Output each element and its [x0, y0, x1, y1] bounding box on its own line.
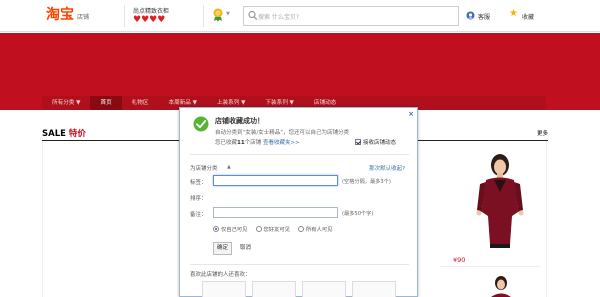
sort-label: 排序： [190, 196, 207, 202]
product-price: ¥90 [453, 256, 466, 264]
radio-icon[interactable] [298, 226, 304, 232]
receive-updates-checkbox[interactable]: 接收店铺动态 [355, 138, 396, 146]
search-icon [248, 10, 258, 21]
favorite-count: 11 [237, 140, 245, 146]
visibility-label: 仅自己可见 [221, 227, 248, 233]
divider [440, 266, 540, 267]
search-input[interactable]: 搜索 什么宝贝? [243, 6, 459, 26]
radio-icon[interactable] [255, 226, 262, 232]
chevron-down-icon[interactable]: ▼ [226, 11, 230, 17]
chevron-up-icon[interactable]: ▲ [227, 164, 231, 170]
receive-updates-label: 接收店铺动态 [363, 140, 397, 146]
view-favorites-link[interactable]: 查看收藏夹>> [263, 140, 300, 146]
divider [190, 154, 409, 155]
top-header: 淘宝 店铺 尚点精致衣柜 ♥♥♥♥ ▼ 搜索 什么宝贝? 客服 ★ 收藏 [0, 0, 600, 32]
divider [203, 5, 204, 27]
visibility-radio[interactable]: 所有人可见 [298, 225, 333, 233]
divider [42, 141, 43, 297]
customer-service-icon[interactable] [466, 11, 475, 20]
note-label: 备注： [190, 212, 207, 218]
award-badge-icon[interactable] [211, 8, 225, 22]
radio-icon[interactable] [213, 226, 219, 232]
divider [124, 5, 125, 27]
visibility-label: 所有人可见 [306, 227, 333, 233]
more-link[interactable]: 更多 [537, 128, 548, 141]
close-icon[interactable]: × [408, 110, 414, 118]
suggested-shop-thumb[interactable] [352, 281, 396, 297]
star-icon[interactable]: ★ [509, 9, 518, 19]
count-suffix: 个店铺 [244, 140, 262, 146]
section-title-en: SALE [42, 129, 66, 139]
visibility-radio[interactable]: 您好友可见 [255, 225, 291, 233]
search-placeholder: 搜索 什么宝贝? [258, 14, 300, 21]
suggested-shop-thumb[interactable] [302, 281, 346, 297]
note-input[interactable] [213, 207, 338, 218]
logo-main-text: 淘宝 [46, 7, 74, 23]
group-toggle[interactable]: 为店铺分类 [190, 164, 218, 172]
nav-item[interactable]: 所有分类 ▼ [42, 96, 90, 110]
customer-service-link[interactable]: 客服 [478, 12, 490, 21]
visibility-label: 您好友可见 [263, 227, 291, 233]
nav-item[interactable]: 礼物区 [122, 96, 159, 110]
confirm-button[interactable]: 确定 [213, 242, 232, 255]
product-image[interactable] [472, 152, 528, 248]
visibility-options: 仅自己可见 您好友可见 所有人可见 [213, 225, 341, 233]
favorite-link[interactable]: 收藏 [522, 12, 534, 21]
visibility-radio[interactable]: 仅自己可见 [213, 225, 248, 233]
tag-hint: (空格分隔，最多3个) [342, 179, 391, 185]
note-hint: (最多50个字) [342, 211, 374, 217]
dialog-title: 店铺收藏成功！ [215, 117, 264, 125]
success-check-icon [193, 116, 209, 132]
suggested-shop-thumb[interactable] [252, 281, 296, 297]
favorite-count-line: 您已收藏11个店铺 查看收藏夹>> [215, 138, 300, 146]
tag-label: 标签： [190, 180, 207, 186]
cancel-button[interactable]: 取消 [236, 242, 255, 255]
tag-input[interactable] [213, 175, 338, 186]
help-link[interactable]: 那次默认收起? [369, 164, 405, 172]
taobao-logo[interactable]: 淘宝 店铺 [46, 7, 89, 23]
divider [546, 141, 547, 297]
shop-name[interactable]: 尚点精致衣柜 [133, 6, 169, 15]
logo-sub-text: 店铺 [77, 14, 90, 21]
suggest-label: 喜欢此店铺的人还喜欢： [190, 272, 251, 278]
product-image[interactable] [486, 274, 516, 297]
count-prefix: 您已收藏 [215, 140, 238, 146]
nav-item[interactable]: 首页 [90, 96, 122, 110]
dialog-description: 自动分类到“女装/女士精品”，您还可以自己为店铺分类 [215, 130, 350, 136]
checkbox-icon[interactable] [355, 139, 361, 145]
section-title-cn: 特价 [68, 129, 86, 139]
credit-hearts-icon: ♥♥♥♥ [133, 15, 166, 25]
divider [190, 264, 409, 265]
favorite-success-dialog: × 店铺收藏成功！ 自动分类到“女装/女士精品”，您还可以自己为店铺分类 您已收… [179, 107, 418, 297]
section-title: SALE 特价 [42, 128, 86, 141]
suggested-shop-thumb[interactable] [202, 281, 246, 297]
